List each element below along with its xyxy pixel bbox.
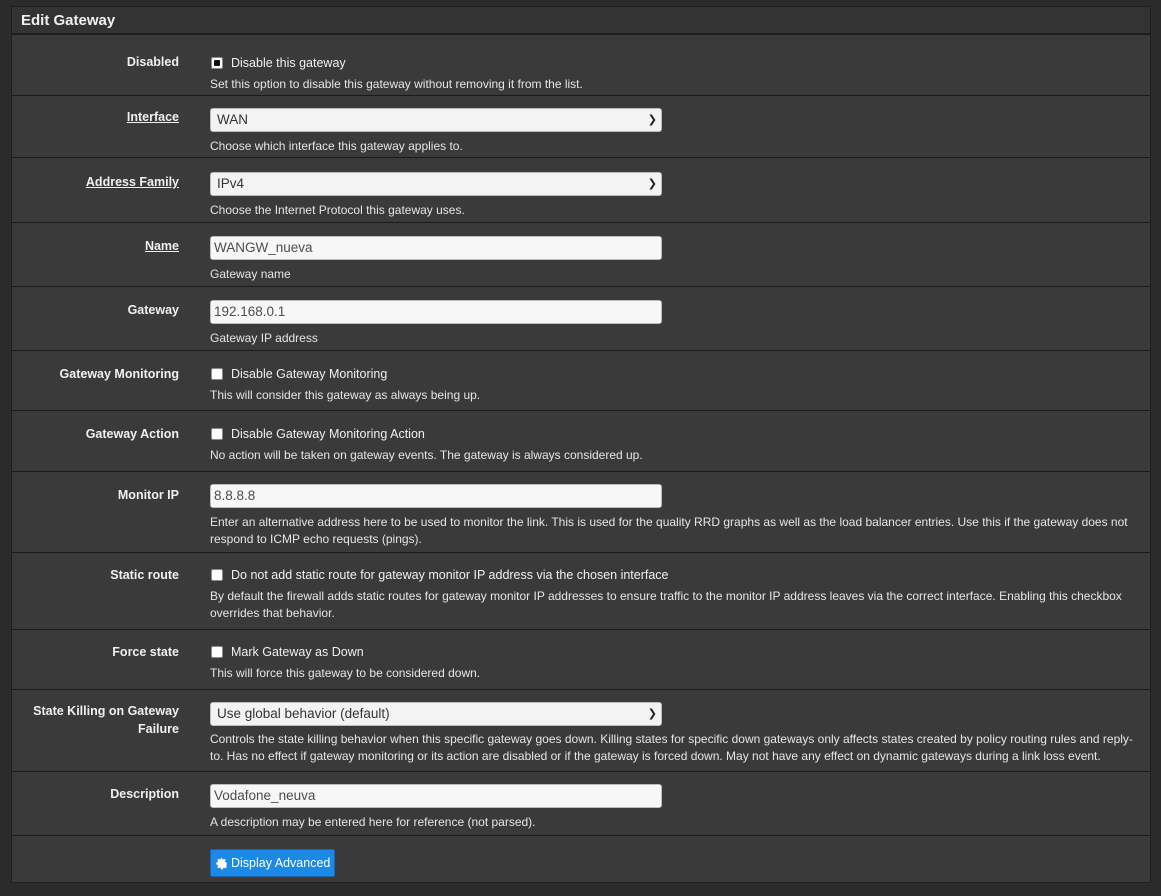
row-monitor-ip: Monitor IP 8.8.8.8 Enter an alternative … (12, 471, 1150, 552)
description-input[interactable]: Vodafone_neuva (210, 784, 662, 808)
address-family-select[interactable]: IPv4 ❯ (210, 172, 662, 196)
mark-gateway-down-checkbox-label: Mark Gateway as Down (231, 645, 364, 659)
row-name: Name WANGW_nueva Gateway name (12, 222, 1150, 286)
monitor-ip-input[interactable]: 8.8.8.8 (210, 484, 662, 508)
no-static-route-checkbox-label: Do not add static route for gateway moni… (231, 568, 669, 582)
display-advanced-label: Display Advanced (231, 856, 331, 870)
row-disabled: Disabled Disable this gateway Set this o… (12, 34, 1150, 95)
help-force-state: This will force this gateway to be consi… (210, 666, 481, 680)
row-description: Description Vodafone_neuva A description… (12, 771, 1150, 835)
interface-select-value: WAN (217, 112, 248, 127)
label-description: Description (110, 787, 179, 801)
help-name: Gateway name (210, 267, 291, 281)
help-monitor-ip: Enter an alternative address here to be … (210, 515, 1128, 546)
mark-gateway-down-checkbox[interactable] (211, 646, 223, 658)
disable-monitoring-checkbox[interactable] (211, 368, 223, 380)
address-family-select-value: IPv4 (217, 176, 245, 191)
label-name[interactable]: Name (19, 237, 179, 255)
disable-monitoring-checkbox-label: Disable Gateway Monitoring (231, 367, 388, 381)
state-killing-select[interactable]: Use global behavior (default) ❯ (210, 702, 662, 726)
label-gateway: Gateway (127, 303, 179, 317)
label-force-state: Force state (112, 645, 179, 659)
no-static-route-checkbox[interactable] (211, 569, 223, 581)
panel-title: Edit Gateway (12, 7, 1150, 34)
help-gateway: Gateway IP address (210, 331, 318, 345)
help-disabled: Set this option to disable this gateway … (210, 77, 583, 91)
label-state-killing: State Killing on Gateway Failure (33, 704, 179, 736)
disable-gateway-checkbox-label: Disable this gateway (231, 56, 346, 70)
display-advanced-button[interactable]: Display Advanced (210, 849, 336, 877)
chevron-down-icon: ❯ (647, 114, 657, 126)
row-address-family: Address Family IPv4 ❯ Choose the Interne… (12, 157, 1150, 222)
row-state-killing: State Killing on Gateway Failure Use glo… (12, 689, 1150, 771)
disable-monitoring-action-checkbox-label: Disable Gateway Monitoring Action (231, 427, 425, 441)
label-static-route: Static route (110, 568, 179, 582)
row-gateway-action: Gateway Action Disable Gateway Monitorin… (12, 410, 1150, 471)
name-input[interactable]: WANGW_nueva (210, 236, 662, 260)
interface-select[interactable]: WAN ❯ (210, 108, 662, 132)
edit-gateway-panel: Edit Gateway Disabled Disable this gatew… (11, 6, 1151, 883)
gear-icon (216, 857, 227, 869)
help-state-killing: Controls the state killing behavior when… (210, 732, 1133, 763)
label-gateway-monitoring: Gateway Monitoring (59, 367, 179, 381)
label-gateway-action: Gateway Action (85, 427, 179, 441)
help-static-route: By default the firewall adds static rout… (210, 589, 1122, 620)
chevron-down-icon: ❯ (647, 708, 657, 720)
help-gateway-monitoring: This will consider this gateway as alway… (210, 388, 481, 402)
row-gateway: Gateway 192.168.0.1 Gateway IP address (12, 286, 1150, 350)
label-disabled: Disabled (126, 55, 179, 69)
row-static-route: Static route Do not add static route for… (12, 552, 1150, 629)
help-description: A description may be entered here for re… (210, 815, 536, 829)
label-interface[interactable]: Interface (19, 108, 179, 126)
label-monitor-ip: Monitor IP (117, 488, 179, 502)
row-gateway-monitoring: Gateway Monitoring Disable Gateway Monit… (12, 350, 1150, 410)
disable-monitoring-action-checkbox[interactable] (211, 428, 223, 440)
row-interface: Interface WAN ❯ Choose which interface t… (12, 95, 1150, 157)
label-address-family[interactable]: Address Family (19, 173, 179, 191)
disable-gateway-checkbox[interactable] (211, 57, 223, 69)
row-force-state: Force state Mark Gateway as Down This wi… (12, 629, 1150, 689)
gateway-ip-input[interactable]: 192.168.0.1 (210, 300, 662, 324)
help-gateway-action: No action will be taken on gateway event… (210, 448, 643, 462)
row-advanced: Display Advanced (12, 835, 1150, 882)
help-address-family: Choose the Internet Protocol this gatewa… (210, 203, 465, 217)
state-killing-select-value: Use global behavior (default) (217, 706, 390, 721)
help-interface: Choose which interface this gateway appl… (210, 139, 463, 153)
chevron-down-icon: ❯ (647, 178, 657, 190)
